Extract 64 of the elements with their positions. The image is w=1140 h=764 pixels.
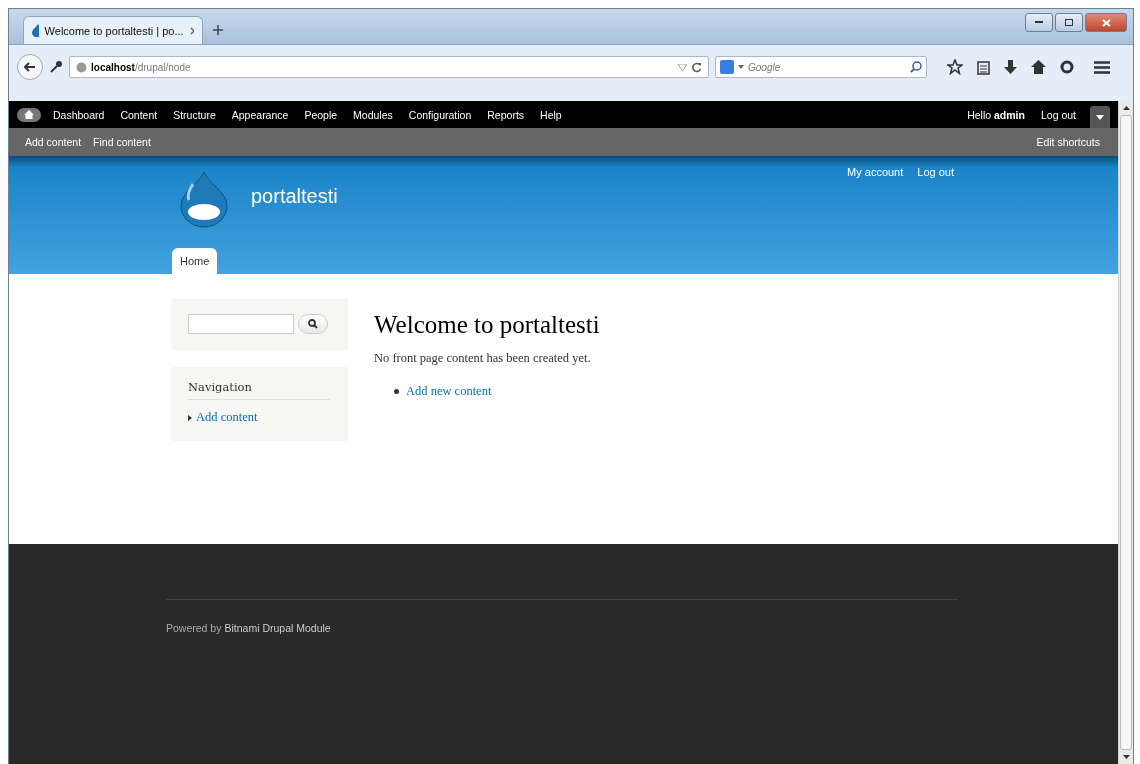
user-greeting: Hello admin [967, 108, 1025, 121]
search-field[interactable] [188, 314, 294, 334]
page-title: Welcome to portaltesti [374, 311, 601, 339]
circle-icon[interactable] [1060, 60, 1074, 74]
plus-icon[interactable] [213, 25, 223, 35]
header-link[interactable]: My account [847, 166, 904, 178]
maximize-icon [1065, 19, 1073, 26]
clipboard-icon[interactable] [977, 59, 990, 75]
dropdown-icon[interactable] [678, 63, 687, 71]
home-tab[interactable]: Home [172, 248, 218, 274]
caret-icon[interactable] [738, 65, 744, 69]
scroll-down-icon[interactable] [1122, 755, 1130, 759]
close-button[interactable] [1085, 13, 1127, 32]
drupal-icon [32, 24, 39, 37]
footer-text: Powered by [166, 622, 222, 634]
toolbar-link[interactable]: Dashboard [45, 108, 113, 121]
home-icon[interactable] [1031, 60, 1046, 74]
search-button[interactable] [298, 314, 328, 334]
star-icon[interactable] [947, 59, 963, 75]
download-icon[interactable] [1004, 59, 1017, 75]
search-icon [308, 319, 318, 329]
shortcut-link[interactable]: Find content [87, 136, 157, 148]
back-arrow-icon [24, 62, 36, 72]
bullet-icon [188, 414, 192, 421]
search-field[interactable]: Google [715, 56, 927, 78]
google-icon [720, 60, 734, 74]
message-text: No front page content has been created yet. [374, 351, 592, 366]
content-link[interactable]: Add new content [406, 384, 492, 399]
reload-icon[interactable] [691, 61, 702, 73]
toolbar-link[interactable]: Structure [165, 108, 224, 121]
scroll-up-icon[interactable] [1122, 106, 1130, 110]
edit-shortcuts-link[interactable]: Edit shortcuts [1028, 136, 1108, 148]
toolbar-link[interactable]: Help [532, 108, 570, 121]
toolbar-link[interactable]: Configuration [400, 108, 480, 121]
bullet-icon [394, 389, 399, 394]
browser-tab[interactable]: Welcome to portaltesti | po... [23, 16, 203, 44]
nav-link[interactable]: Add content [196, 410, 258, 425]
toolbar-link[interactable]: Appearance [223, 108, 297, 121]
tab-title: Welcome to portaltesti | po... [44, 24, 184, 37]
shortcut-link[interactable]: Add content [19, 136, 88, 148]
block-title: Navigation [188, 380, 330, 400]
footer-link[interactable]: Bitnami Drupal Module [224, 622, 331, 634]
home-icon [24, 110, 34, 119]
caret-icon [1096, 114, 1104, 120]
search-icon[interactable] [910, 61, 922, 73]
site-name[interactable]: portaltesti [251, 185, 338, 209]
maximize-button[interactable] [1055, 13, 1083, 32]
minimize-button[interactable] [1025, 13, 1053, 32]
header-link[interactable]: Log out [917, 166, 954, 178]
address-field[interactable]: localhost/drupal/node [69, 56, 709, 78]
key-icon [49, 60, 63, 74]
menu-icon[interactable] [1094, 60, 1110, 74]
minimize-icon [1035, 21, 1043, 24]
home-button[interactable] [17, 107, 41, 122]
drupal-logo-icon [179, 170, 229, 228]
toolbar-link[interactable]: People [296, 108, 346, 121]
scrollbar[interactable] [1118, 101, 1133, 764]
toolbar-link[interactable]: Modules [345, 108, 401, 121]
toolbar-link[interactable]: Content [112, 108, 166, 121]
back-button[interactable] [17, 54, 43, 80]
logout-link[interactable]: Log out [1032, 108, 1084, 121]
toolbar-link[interactable]: Reports [479, 108, 533, 121]
globe-icon [76, 61, 87, 73]
toggle-button[interactable] [1090, 106, 1110, 128]
